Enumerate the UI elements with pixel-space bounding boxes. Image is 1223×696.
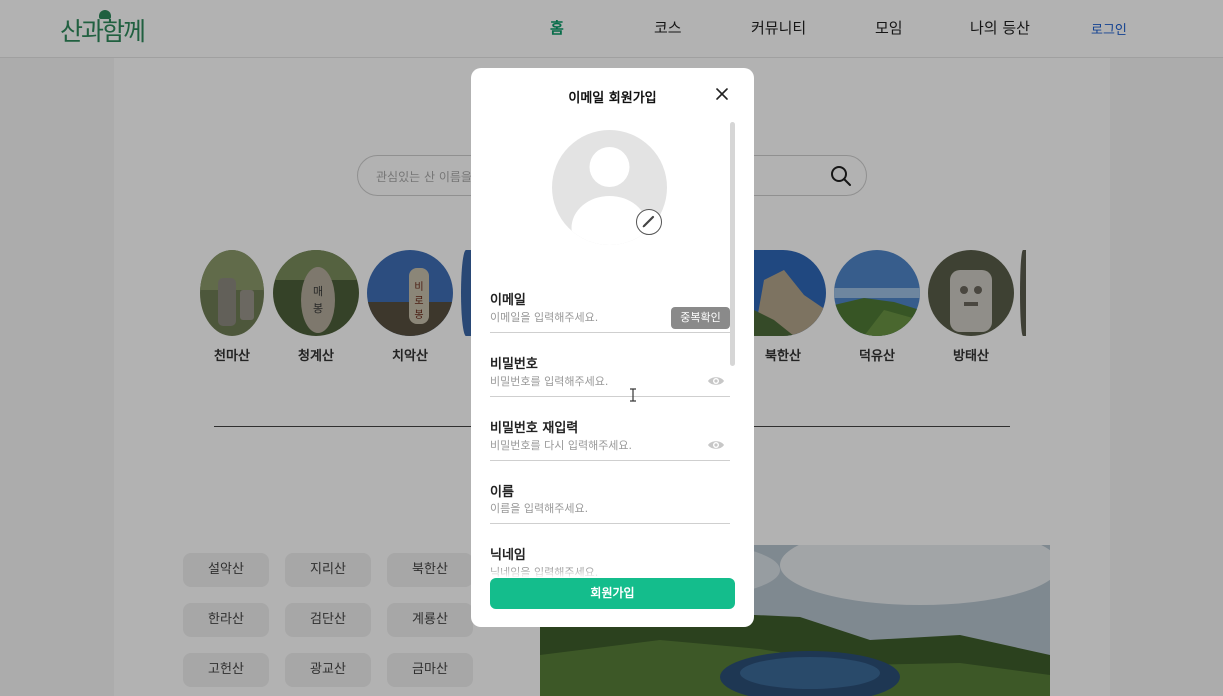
modal-scrollbar[interactable] [730, 122, 735, 366]
scroll-fade [471, 568, 754, 578]
password-label: 비밀번호 [490, 357, 538, 372]
close-icon[interactable] [714, 86, 730, 102]
email-label: 이메일 [490, 293, 526, 308]
eye-icon[interactable] [707, 439, 725, 451]
signup-submit-button[interactable]: 회원가입 [490, 578, 735, 609]
signup-modal: 이메일 회원가입 이메일 중복확인 비밀번호 비밀번호 재입력 [471, 68, 754, 627]
pencil-icon [642, 215, 655, 228]
password-confirm-field[interactable] [490, 435, 730, 461]
edit-avatar-button[interactable] [636, 209, 662, 235]
password-field[interactable] [490, 371, 730, 397]
eye-icon[interactable] [707, 375, 725, 387]
password-confirm-label: 비밀번호 재입력 [490, 421, 579, 436]
name-field[interactable] [490, 498, 730, 524]
nickname-label: 닉네임 [490, 548, 526, 563]
modal-title: 이메일 회원가입 [568, 91, 657, 106]
text-cursor-icon [630, 388, 636, 402]
duplicate-check-button[interactable]: 중복확인 [671, 307, 730, 329]
email-field[interactable] [490, 307, 670, 333]
